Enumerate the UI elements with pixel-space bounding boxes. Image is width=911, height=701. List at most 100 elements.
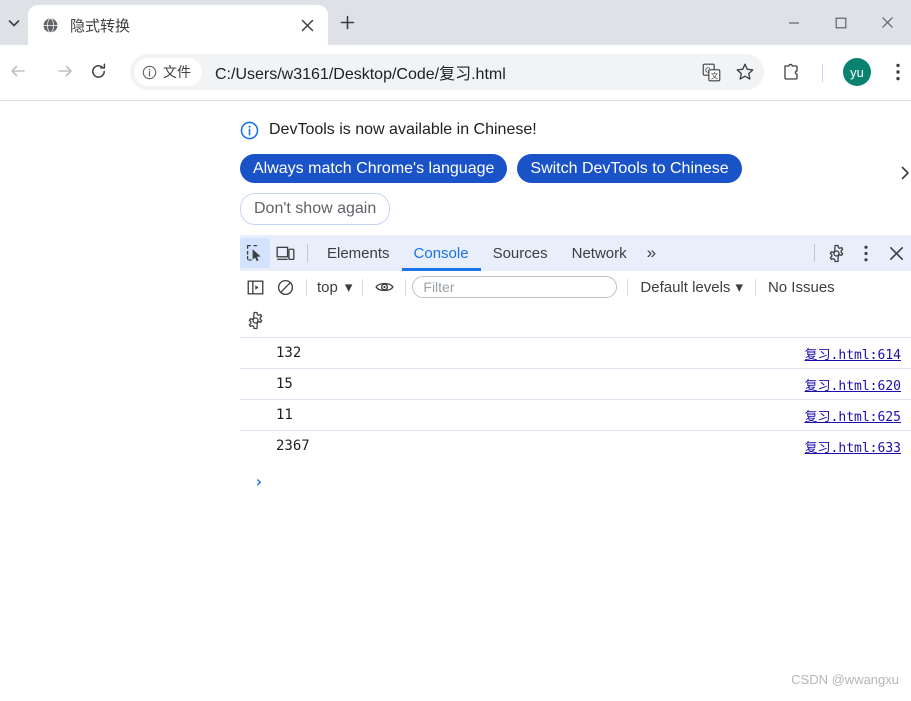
file-scheme-chip[interactable]: 文件 (134, 58, 202, 86)
tab-sources[interactable]: Sources (481, 235, 560, 271)
close-icon (889, 246, 903, 260)
devtools-close-button[interactable] (881, 238, 911, 268)
globe-icon (41, 16, 59, 34)
back-button[interactable] (0, 53, 36, 89)
console-message-row[interactable]: 11 复习.html:625 (240, 399, 911, 430)
browser-tab[interactable]: 隐式转换 (28, 5, 328, 45)
arrow-right-icon (58, 65, 72, 77)
reload-button[interactable] (80, 53, 116, 89)
device-toolbar-icon (276, 246, 294, 260)
file-chip-label: 文件 (163, 64, 191, 80)
browser-window: 隐式转换 文件 C:/Users/w3161/Desktop/Code/复习.h… (0, 0, 911, 701)
prompt-chevron-icon: › (254, 471, 264, 491)
close-icon (301, 19, 313, 31)
reload-icon (91, 63, 105, 78)
live-expression-button[interactable] (369, 272, 399, 302)
chevron-down-icon: ▾ (344, 279, 353, 296)
console-message-text: 132 (276, 345, 302, 361)
bookmark-button[interactable] (730, 57, 760, 87)
live-expression-eye-icon (375, 282, 394, 292)
devtools-language-notice: DevTools is now available in Chinese! Al… (240, 115, 911, 225)
tab-close-button[interactable] (294, 12, 320, 38)
translate-button[interactable]: G 文 (696, 57, 726, 87)
console-settings-row (240, 304, 911, 337)
tab-console[interactable]: Console (402, 235, 481, 271)
execution-context-label: top (317, 278, 338, 296)
devtools-tab-bar: Elements Console Sources Network » (240, 235, 911, 271)
console-settings-button[interactable] (240, 306, 270, 336)
browser-menu-button[interactable] (882, 56, 911, 88)
tab-network[interactable]: Network (560, 235, 639, 271)
minimize-icon (788, 21, 799, 24)
three-dot-menu-icon (896, 63, 900, 81)
browser-toolbar: 文件 C:/Users/w3161/Desktop/Code/复习.html G… (0, 45, 911, 101)
tab-title: 隐式转换 (70, 17, 131, 35)
console-source-link[interactable]: 复习.html:633 (805, 437, 901, 456)
inspect-element-button[interactable] (240, 238, 270, 268)
devtools-tabbar-actions (808, 235, 911, 271)
clear-console-button[interactable] (270, 272, 300, 302)
toolbar-divider (822, 64, 823, 82)
notice-more-button[interactable] (895, 163, 911, 183)
console-toolbar-divider (306, 278, 307, 296)
page-content: DevTools is now available in Chinese! Al… (0, 101, 911, 701)
actions-divider (814, 244, 815, 262)
gear-icon (248, 311, 262, 330)
close-icon (882, 17, 893, 28)
console-message-row[interactable]: 132 复习.html:614 (240, 337, 911, 368)
console-source-link[interactable]: 复习.html:625 (805, 406, 901, 425)
console-source-link[interactable]: 复习.html:620 (805, 375, 901, 394)
devtools-panel: Elements Console Sources Network » top ▾… (240, 235, 911, 701)
console-message-row[interactable]: 2367 复习.html:633 (240, 430, 911, 461)
console-sidebar-toggle[interactable] (240, 272, 270, 302)
console-toolbar: top ▾ Default levels ▾ (240, 271, 911, 304)
console-source-link[interactable]: 复习.html:614 (805, 344, 901, 363)
always-match-language-button[interactable]: Always match Chrome's language (240, 154, 508, 183)
issues-counter[interactable]: No Issues (762, 279, 835, 296)
watermark: CSDN @wwangxu (791, 672, 899, 687)
translate-icon: G 文 (702, 63, 720, 81)
notice-message: DevTools is now available in Chinese! (269, 121, 537, 138)
tabs-overflow-button[interactable]: » (639, 235, 664, 271)
extensions-button[interactable] (775, 56, 807, 88)
console-toolbar-divider-4 (627, 278, 629, 296)
console-output: 132 复习.html:614 15 复习.html:620 11 复习.htm… (240, 337, 911, 501)
minimize-button[interactable] (770, 0, 817, 45)
dont-show-again-button[interactable]: Don't show again (240, 193, 391, 225)
devtools-settings-button[interactable] (821, 238, 851, 268)
console-toolbar-divider-2 (362, 278, 364, 296)
maximize-button[interactable] (817, 0, 864, 45)
info-circle-icon (240, 121, 259, 139)
star-icon (736, 63, 754, 80)
console-toolbar-divider-3 (405, 278, 407, 296)
console-filter-input[interactable] (412, 276, 618, 298)
forward-button[interactable] (47, 53, 83, 89)
maximize-icon (835, 17, 846, 28)
notice-primary-buttons: Always match Chrome's language Switch De… (240, 154, 911, 183)
svg-text:文: 文 (710, 70, 718, 80)
chevron-right-icon (901, 166, 909, 180)
tab-search-button[interactable] (0, 0, 28, 45)
plus-icon (340, 15, 354, 29)
inspect-cursor-icon (246, 244, 261, 262)
console-message-row[interactable]: 15 复习.html:620 (240, 368, 911, 399)
console-message-text: 11 (276, 407, 293, 423)
url-text: C:/Users/w3161/Desktop/Code/复习.html (215, 66, 506, 83)
console-toolbar-divider-5 (754, 278, 756, 296)
log-level-selector[interactable]: Default levels ▾ (634, 278, 749, 297)
devtools-more-options-button[interactable] (851, 238, 881, 268)
close-window-button[interactable] (864, 0, 911, 45)
address-bar[interactable]: 文件 C:/Users/w3161/Desktop/Code/复习.html G… (130, 54, 764, 90)
new-tab-button[interactable] (332, 7, 362, 37)
console-input-prompt[interactable]: › (240, 461, 911, 501)
profile-avatar[interactable]: yu (843, 58, 871, 86)
gear-icon (829, 244, 843, 262)
switch-devtools-to-chinese-button[interactable]: Switch DevTools to Chinese (517, 154, 742, 183)
execution-context-selector[interactable]: top ▾ (313, 278, 356, 297)
window-controls (770, 0, 911, 45)
console-message-text: 2367 (276, 438, 310, 454)
clear-console-icon (277, 279, 293, 295)
device-toolbar-button[interactable] (270, 238, 300, 268)
arrow-left-icon (11, 65, 25, 77)
tab-elements[interactable]: Elements (315, 235, 402, 271)
